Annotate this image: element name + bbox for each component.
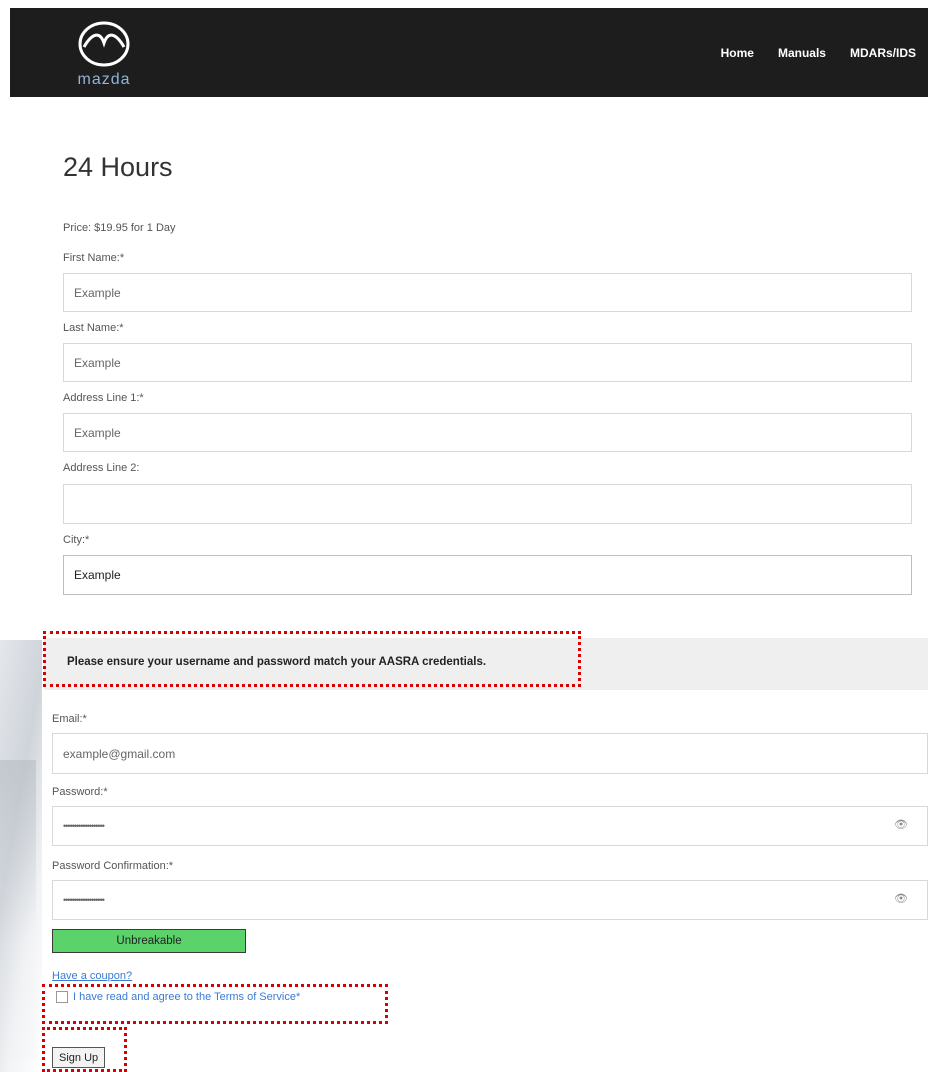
- address-line-1-label: Address Line 1:*: [63, 392, 144, 404]
- address-line-2-label: Address Line 2:: [63, 462, 140, 474]
- sign-up-highlight-box: [42, 1027, 127, 1072]
- nav-mdars-ids[interactable]: MDARs/IDS: [850, 46, 916, 60]
- first-name-input[interactable]: [63, 273, 912, 312]
- background-decoration-shade: [0, 760, 36, 1060]
- password-strength-meter: Unbreakable: [52, 929, 246, 953]
- last-name-input[interactable]: [63, 343, 912, 382]
- price-text: Price: $19.95 for 1 Day: [63, 222, 176, 234]
- page-title: 24 Hours: [63, 152, 173, 182]
- email-input[interactable]: [52, 733, 928, 774]
- nav-manuals[interactable]: Manuals: [778, 46, 826, 60]
- email-label: Email:*: [52, 713, 87, 725]
- city-label: City:*: [63, 534, 90, 546]
- password-input[interactable]: [52, 806, 928, 846]
- show-password-confirmation-icon[interactable]: 👁: [894, 892, 908, 905]
- password-label: Password:*: [52, 786, 108, 798]
- site-header: mazda Home Manuals MDARs/IDS: [10, 8, 928, 97]
- main-nav: Home Manuals MDARs/IDS: [721, 46, 916, 60]
- city-input[interactable]: [63, 555, 912, 595]
- notice-highlight-box: [43, 631, 581, 687]
- have-coupon-link[interactable]: Have a coupon?: [52, 970, 132, 982]
- brand-name: mazda: [77, 71, 131, 88]
- first-name-label: First Name:*: [63, 252, 125, 264]
- show-password-icon[interactable]: 👁: [894, 818, 908, 831]
- nav-home[interactable]: Home: [721, 46, 754, 60]
- password-confirmation-input[interactable]: [52, 880, 928, 920]
- mazda-logo-icon: [78, 21, 130, 67]
- password-confirmation-label: Password Confirmation:*: [52, 860, 174, 872]
- tos-highlight-box: [42, 984, 388, 1024]
- address-line-1-input[interactable]: [63, 413, 912, 452]
- address-line-2-input[interactable]: [63, 484, 912, 524]
- mazda-logo[interactable]: mazda: [64, 17, 144, 91]
- last-name-label: Last Name:*: [63, 322, 124, 334]
